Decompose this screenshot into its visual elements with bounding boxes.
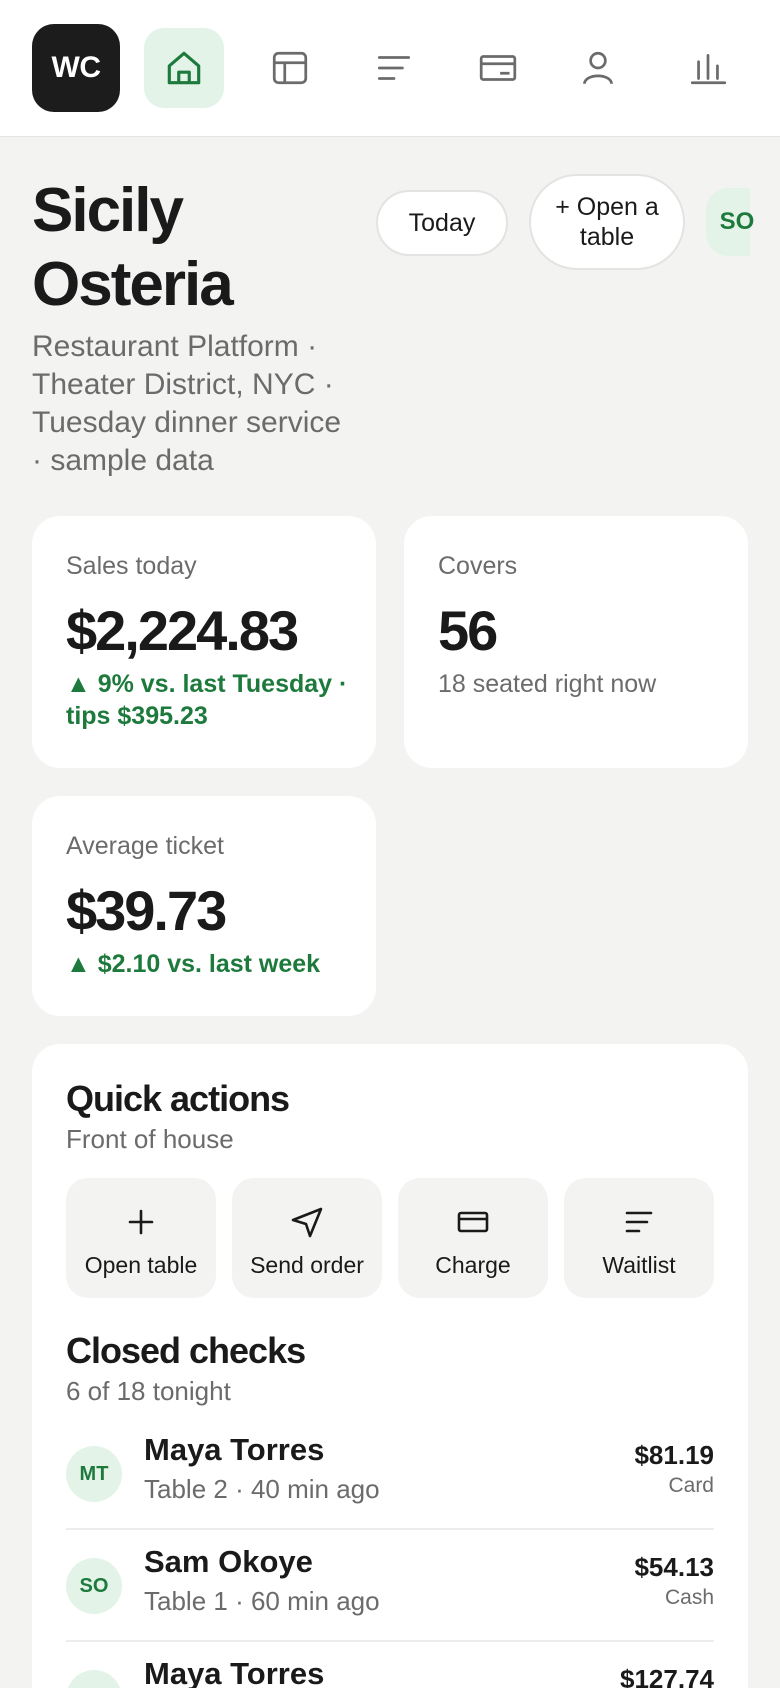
check-amount: $81.19 (634, 1440, 714, 1470)
page-subtitle: Restaurant Platform · Theater District, … (32, 330, 342, 477)
user-icon (582, 51, 614, 85)
waitlist-action-label: Waitlist (602, 1252, 676, 1278)
waitlist-action[interactable]: Waitlist (564, 1178, 714, 1298)
list-item[interactable]: MT Maya Torres Table 2 · 40 min ago $81.… (66, 1418, 714, 1530)
guest-name: Maya Torres (144, 1432, 325, 1467)
check-amount: $54.13 (634, 1552, 714, 1582)
nav-tables[interactable] (250, 28, 330, 108)
closed-checks-subtitle: 6 of 18 tonight (66, 1376, 231, 1406)
charge-action[interactable]: Charge (398, 1178, 548, 1298)
open-table-action[interactable]: Open table (66, 1178, 216, 1298)
nav-home[interactable] (144, 28, 224, 108)
covers-label: Covers (438, 552, 518, 580)
covers-card: Covers 56 18 seated right now (404, 516, 748, 768)
page-title: Sicily Osteria (32, 176, 234, 319)
ticket-card: Average ticket $39.73 ▲ $2.10 vs. last w… (32, 796, 376, 1016)
guest-name: Sam Okoye (144, 1544, 313, 1579)
charge-action-label: Charge (435, 1252, 511, 1278)
check-meta: Table 2 · 40 min ago (144, 1474, 380, 1504)
nav-payments[interactable] (458, 28, 538, 108)
avatar: MT (66, 1446, 122, 1502)
home-icon (167, 51, 201, 85)
list-icon (377, 56, 411, 80)
list-item[interactable]: MT Maya Torres $127.74 (66, 1642, 714, 1688)
closed-checks-title: Closed checks (66, 1330, 306, 1371)
plus-icon (128, 1209, 154, 1235)
send-icon (291, 1207, 323, 1238)
avatar: MT (66, 1670, 122, 1688)
payment-method: Card (668, 1474, 714, 1497)
send-order-action[interactable]: Send order (232, 1178, 382, 1298)
card-icon (479, 55, 517, 81)
avatar[interactable]: SO (706, 188, 754, 256)
list-item[interactable]: SO Sam Okoye Table 1 · 60 min ago $54.13… (66, 1530, 714, 1642)
sales-label: Sales today (66, 552, 197, 580)
check-meta: Table 1 · 60 min ago (144, 1586, 380, 1616)
ticket-value: $39.73 (66, 879, 227, 942)
actions-panel: Quick actions Front of house Open table … (32, 1044, 748, 1688)
guest-name: Maya Torres (144, 1656, 325, 1688)
nav-orders[interactable] (354, 28, 434, 108)
list-icon (625, 1211, 653, 1233)
sales-card: Sales today $2,224.83 ▲ 9% vs. last Tues… (32, 516, 376, 768)
nav-reports[interactable] (668, 28, 748, 108)
ticket-trend: ▲ $2.10 vs. last week (66, 950, 321, 978)
sales-value: $2,224.83 (66, 599, 299, 662)
ticket-label: Average ticket (66, 832, 224, 860)
table-icon (272, 51, 308, 85)
top-nav: WC (0, 0, 780, 137)
check-amount: $127.74 (620, 1664, 714, 1688)
sales-trend: ▲ 9% vs. last Tuesday · tips $395.23 (66, 670, 348, 730)
payment-method: Cash (664, 1586, 714, 1609)
card-icon (457, 1211, 489, 1233)
covers-value: 56 (438, 599, 498, 662)
open-table-button[interactable]: + Open a table (529, 174, 685, 270)
nav-guests[interactable] (558, 28, 638, 108)
today-button[interactable]: Today (376, 190, 508, 256)
send-order-action-label: Send order (250, 1252, 364, 1278)
open-table-action-label: Open table (84, 1252, 198, 1278)
chart-icon (690, 54, 727, 85)
covers-note: 18 seated right now (438, 670, 657, 698)
quick-actions-subtitle: Front of house (66, 1124, 234, 1154)
quick-actions-title: Quick actions (66, 1078, 290, 1119)
avatar: SO (66, 1558, 122, 1614)
logo[interactable]: WC (32, 24, 120, 112)
